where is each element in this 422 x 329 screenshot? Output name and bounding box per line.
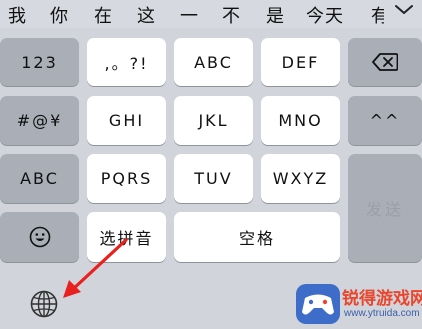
candidate-8[interactable]: 有 xyxy=(371,2,384,28)
watermark-logo xyxy=(296,284,340,324)
numbers-key[interactable]: 123 xyxy=(0,38,79,86)
ghi-key[interactable]: GHI xyxy=(87,96,166,145)
watermark-url: www.ytruida.com xyxy=(344,308,420,319)
globe-icon[interactable] xyxy=(29,289,59,319)
candidate-1[interactable]: 你 xyxy=(50,2,69,28)
chevron-down-icon[interactable] xyxy=(392,0,416,22)
def-key[interactable]: DEF xyxy=(261,38,340,86)
pqrs-key[interactable]: PQRS xyxy=(87,154,166,203)
candidate-4[interactable]: 一 xyxy=(180,2,199,28)
candidate-bar: 我 你 在 这 一 不 是 今天 有 xyxy=(0,0,422,28)
symbols-key[interactable]: #@¥ xyxy=(0,96,79,145)
candidate-5[interactable]: 不 xyxy=(222,2,241,28)
space-key[interactable]: 空格 xyxy=(174,212,340,262)
backspace-key[interactable] xyxy=(348,38,422,86)
send-button[interactable]: 发送 xyxy=(348,154,422,262)
punctuation-key[interactable]: ,。?! xyxy=(87,38,166,86)
candidate-3[interactable]: 这 xyxy=(137,2,156,28)
candidate-2[interactable]: 在 xyxy=(94,2,113,28)
smiley-icon xyxy=(29,226,50,248)
emoticon-key[interactable]: ^^ xyxy=(348,96,422,145)
candidate-6[interactable]: 是 xyxy=(266,2,285,28)
site-watermark: 锐得游戏网 www.ytruida.com xyxy=(296,278,422,329)
abc-mode-key[interactable]: ABC xyxy=(0,154,79,203)
watermark-title: 锐得游戏网 xyxy=(342,289,422,309)
tuv-key[interactable]: TUV xyxy=(174,154,253,203)
candidate-7[interactable]: 今天 xyxy=(306,2,344,28)
red-arrow-annotation xyxy=(63,238,128,298)
wxyz-key[interactable]: WXYZ xyxy=(261,154,340,203)
abc-key[interactable]: ABC xyxy=(174,38,253,86)
backspace-icon xyxy=(372,53,398,71)
mno-key[interactable]: MNO xyxy=(261,96,340,145)
jkl-key[interactable]: JKL xyxy=(174,96,253,145)
candidate-0[interactable]: 我 xyxy=(8,2,27,28)
game-controller-icon xyxy=(302,294,334,315)
